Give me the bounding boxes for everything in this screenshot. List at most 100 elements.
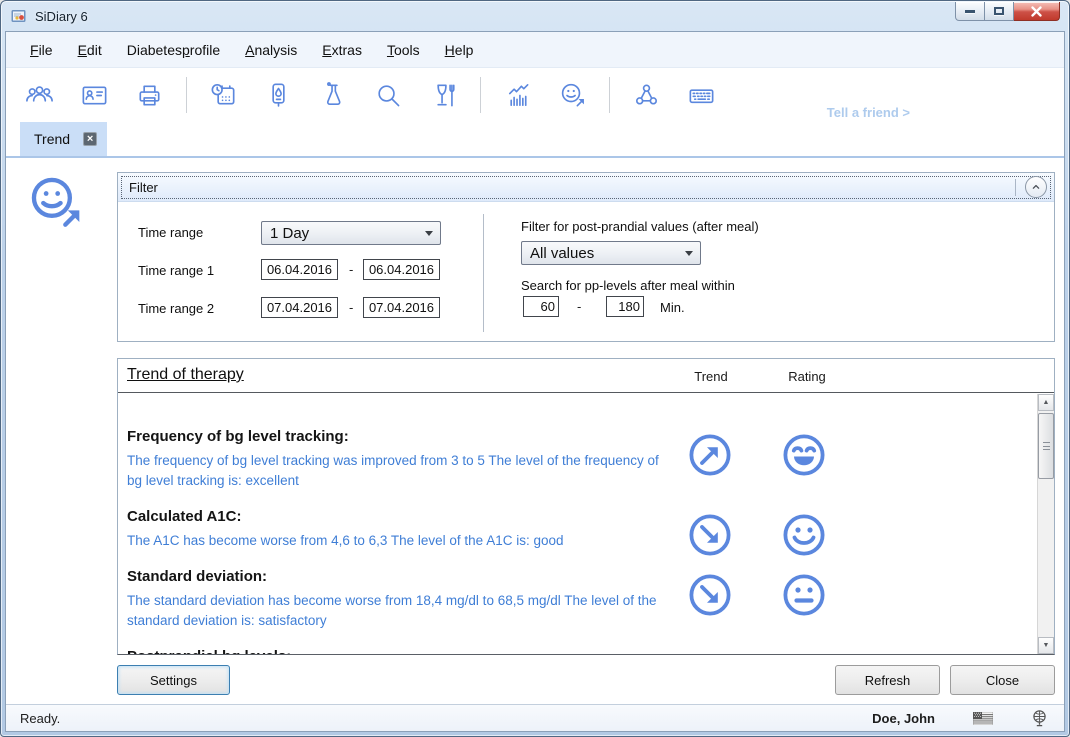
arrow-up-right-icon xyxy=(686,431,734,479)
pp-filter-dropdown[interactable]: All values xyxy=(521,241,701,265)
pp-to-input[interactable] xyxy=(606,296,644,317)
tab-trend[interactable]: Trend × xyxy=(20,122,107,156)
trend-row: Standard deviation: The standard deviati… xyxy=(127,568,1037,631)
pp-from-input[interactable] xyxy=(523,296,559,317)
filter-panel-header[interactable]: Filter xyxy=(118,173,1054,202)
globe-icon[interactable] xyxy=(1031,709,1048,727)
trend-cell xyxy=(678,511,742,559)
trend-row: Postprandial bg levels: xyxy=(127,648,1037,654)
scroll-down-icon[interactable]: ▼ xyxy=(1038,637,1054,654)
trend-toolbar-button[interactable] xyxy=(551,75,593,115)
trend-row-heading: Standard deviation: xyxy=(127,568,1037,586)
time-range-selected-value: 1 Day xyxy=(270,225,309,242)
status-bar: Ready. Doe, John xyxy=(6,704,1064,731)
menu-item-edit[interactable]: Edit xyxy=(68,37,112,63)
settings-button[interactable]: Settings xyxy=(117,665,230,695)
menu-item-help[interactable]: Help xyxy=(435,37,484,63)
current-user-label: Doe, John xyxy=(872,711,935,726)
dropdown-arrow-icon xyxy=(425,231,433,236)
time-range-2-label: Time range 2 xyxy=(138,301,214,316)
trend-row-description: The A1C has become worse from 4,6 to 6,3… xyxy=(127,531,667,551)
collapse-filter-button[interactable] xyxy=(1025,176,1047,198)
trend-row-text: Postprandial bg levels: xyxy=(127,648,1037,654)
rating-cell xyxy=(772,571,836,619)
time-range-2-from-input[interactable] xyxy=(261,297,338,318)
toolbar-separator xyxy=(609,77,610,113)
pp-filter-selected-value: All values xyxy=(530,245,594,262)
share-toolbar-button[interactable] xyxy=(625,75,667,115)
time-range-label: Time range xyxy=(138,225,203,240)
trend-of-therapy-panel: Trend of therapy Trend Rating Frequency … xyxy=(117,358,1055,655)
glass-fork-icon xyxy=(428,80,459,111)
time-range-1-to-input[interactable] xyxy=(363,259,440,280)
menu-item-tools[interactable]: Tools xyxy=(377,37,430,63)
device-toolbar-button[interactable] xyxy=(257,75,299,115)
tab-close-icon[interactable]: × xyxy=(83,132,97,146)
menu-item-extras[interactable]: Extras xyxy=(312,37,372,63)
print-toolbar-button[interactable] xyxy=(128,75,170,115)
lab-toolbar-button[interactable] xyxy=(312,75,354,115)
trend-scrollbar[interactable]: ▲ ▼ xyxy=(1037,394,1054,654)
profile-card-icon xyxy=(79,80,110,111)
magnifier-icon xyxy=(373,80,404,111)
window-body: FileEditDiabetesprofileAnalysisExtrasToo… xyxy=(5,31,1065,732)
scrollbar-grip-icon xyxy=(1043,442,1050,450)
menu-bar: FileEditDiabetesprofileAnalysisExtrasToo… xyxy=(6,32,1064,68)
keyboard-toolbar-button[interactable] xyxy=(680,75,722,115)
toolbar-separator xyxy=(480,77,481,113)
scroll-up-icon[interactable]: ▲ xyxy=(1038,394,1054,411)
maximize-button[interactable] xyxy=(985,2,1014,21)
caption-buttons xyxy=(955,2,1060,21)
rating-cell xyxy=(772,651,836,654)
trend-column-header: Trend xyxy=(678,369,744,384)
chevron-up-icon xyxy=(1030,181,1042,193)
statistics-toolbar-button[interactable] xyxy=(496,75,538,115)
arrow-down-right-icon xyxy=(686,571,734,619)
smiley-laugh-icon xyxy=(780,431,828,479)
smiley-smile-icon xyxy=(780,511,828,559)
nutrition-toolbar-button[interactable] xyxy=(422,75,464,115)
trend-cell xyxy=(678,651,742,654)
range-dash: - xyxy=(349,300,353,315)
time-range-1-from-input[interactable] xyxy=(261,259,338,280)
close-window-button[interactable] xyxy=(1014,2,1060,21)
diary-toolbar-button[interactable] xyxy=(202,75,244,115)
time-range-dropdown[interactable]: 1 Day xyxy=(261,221,441,245)
refresh-button[interactable]: Refresh xyxy=(835,665,940,695)
trend-row: Frequency of bg level tracking: The freq… xyxy=(127,428,1037,491)
trend-row-heading: Calculated A1C: xyxy=(127,508,1037,526)
title-bar: SiDiary 6 xyxy=(1,1,1069,31)
tell-a-friend-link[interactable]: Tell a friend > xyxy=(827,105,910,120)
smiley-neutral-icon xyxy=(780,571,828,619)
trend-row-text: Calculated A1C: The A1C has become worse… xyxy=(127,508,1037,551)
filter-panel: Filter Time range Time range 1 Time rang… xyxy=(117,172,1055,342)
trend-cell xyxy=(678,571,742,619)
menu-item-file[interactable]: File xyxy=(20,37,63,63)
trend-panel-header: Trend of therapy Trend Rating xyxy=(118,359,1054,393)
patients-toolbar-button[interactable] xyxy=(18,75,60,115)
arrow-down-right-icon xyxy=(686,511,734,559)
toolbar-buttons xyxy=(18,75,735,115)
trend-row-text: Frequency of bg level tracking: The freq… xyxy=(127,428,1037,491)
users-icon xyxy=(24,80,55,111)
menu-item-analysis[interactable]: Analysis xyxy=(235,37,307,63)
close-tab-button[interactable]: Close xyxy=(950,665,1055,695)
trend-panel-title: Trend of therapy xyxy=(127,366,244,384)
scrollbar-thumb[interactable] xyxy=(1038,413,1054,479)
share-nodes-icon xyxy=(631,80,662,111)
filter-header-label: Filter xyxy=(129,180,158,195)
filter-collapse-area xyxy=(1015,176,1047,198)
bg-meter-icon xyxy=(263,80,294,111)
pp-filter-label: Filter for post-prandial values (after m… xyxy=(521,219,759,234)
tab-strip: Trend × xyxy=(6,122,1064,158)
language-flag-icon[interactable] xyxy=(973,712,993,725)
filter-body: Time range Time range 1 Time range 2 1 D… xyxy=(118,202,1054,341)
time-range-2-to-input[interactable] xyxy=(363,297,440,318)
menu-item-diabetesprofile[interactable]: Diabetesprofile xyxy=(117,37,230,63)
range-dash: - xyxy=(349,262,353,277)
minimize-button[interactable] xyxy=(955,2,985,21)
profile-toolbar-button[interactable] xyxy=(73,75,115,115)
app-window: SiDiary 6 FileEditDiabetesprofileAnalysi… xyxy=(0,0,1070,737)
search-toolbar-button[interactable] xyxy=(367,75,409,115)
trend-row: Calculated A1C: The A1C has become worse… xyxy=(127,508,1037,551)
